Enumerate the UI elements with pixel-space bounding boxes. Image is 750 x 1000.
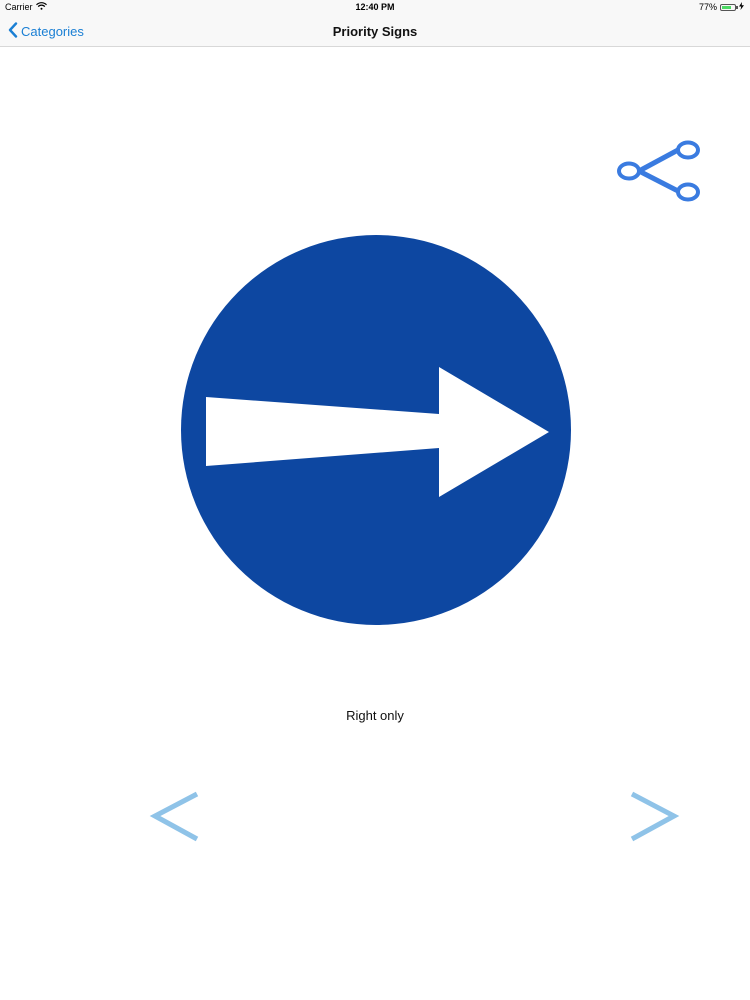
status-time: 12:40 PM [355, 2, 395, 12]
status-right: 77% [699, 2, 744, 12]
page-title: Priority Signs [332, 24, 418, 39]
previous-sign-button[interactable] [149, 790, 203, 844]
battery-percent: 77% [698, 2, 717, 12]
navigation-bar: Categories Priority Signs [0, 16, 750, 47]
next-sign-button[interactable] [626, 790, 680, 844]
battery-icon [720, 3, 738, 11]
road-sign-image [180, 234, 572, 626]
status-bar: Carrier 12:40 PM 77% [0, 0, 750, 16]
share-button[interactable] [615, 138, 705, 204]
battery-tip [736, 5, 738, 9]
share-icon [615, 140, 705, 208]
screen: Carrier 12:40 PM 77% Categories Priority… [0, 0, 750, 1000]
chevron-right-icon [626, 791, 680, 848]
battery-fill [722, 5, 732, 9]
chevron-left-icon [149, 791, 203, 848]
charging-icon [739, 2, 744, 12]
sign-label: Right only [346, 708, 404, 723]
right-only-sign [181, 235, 571, 625]
